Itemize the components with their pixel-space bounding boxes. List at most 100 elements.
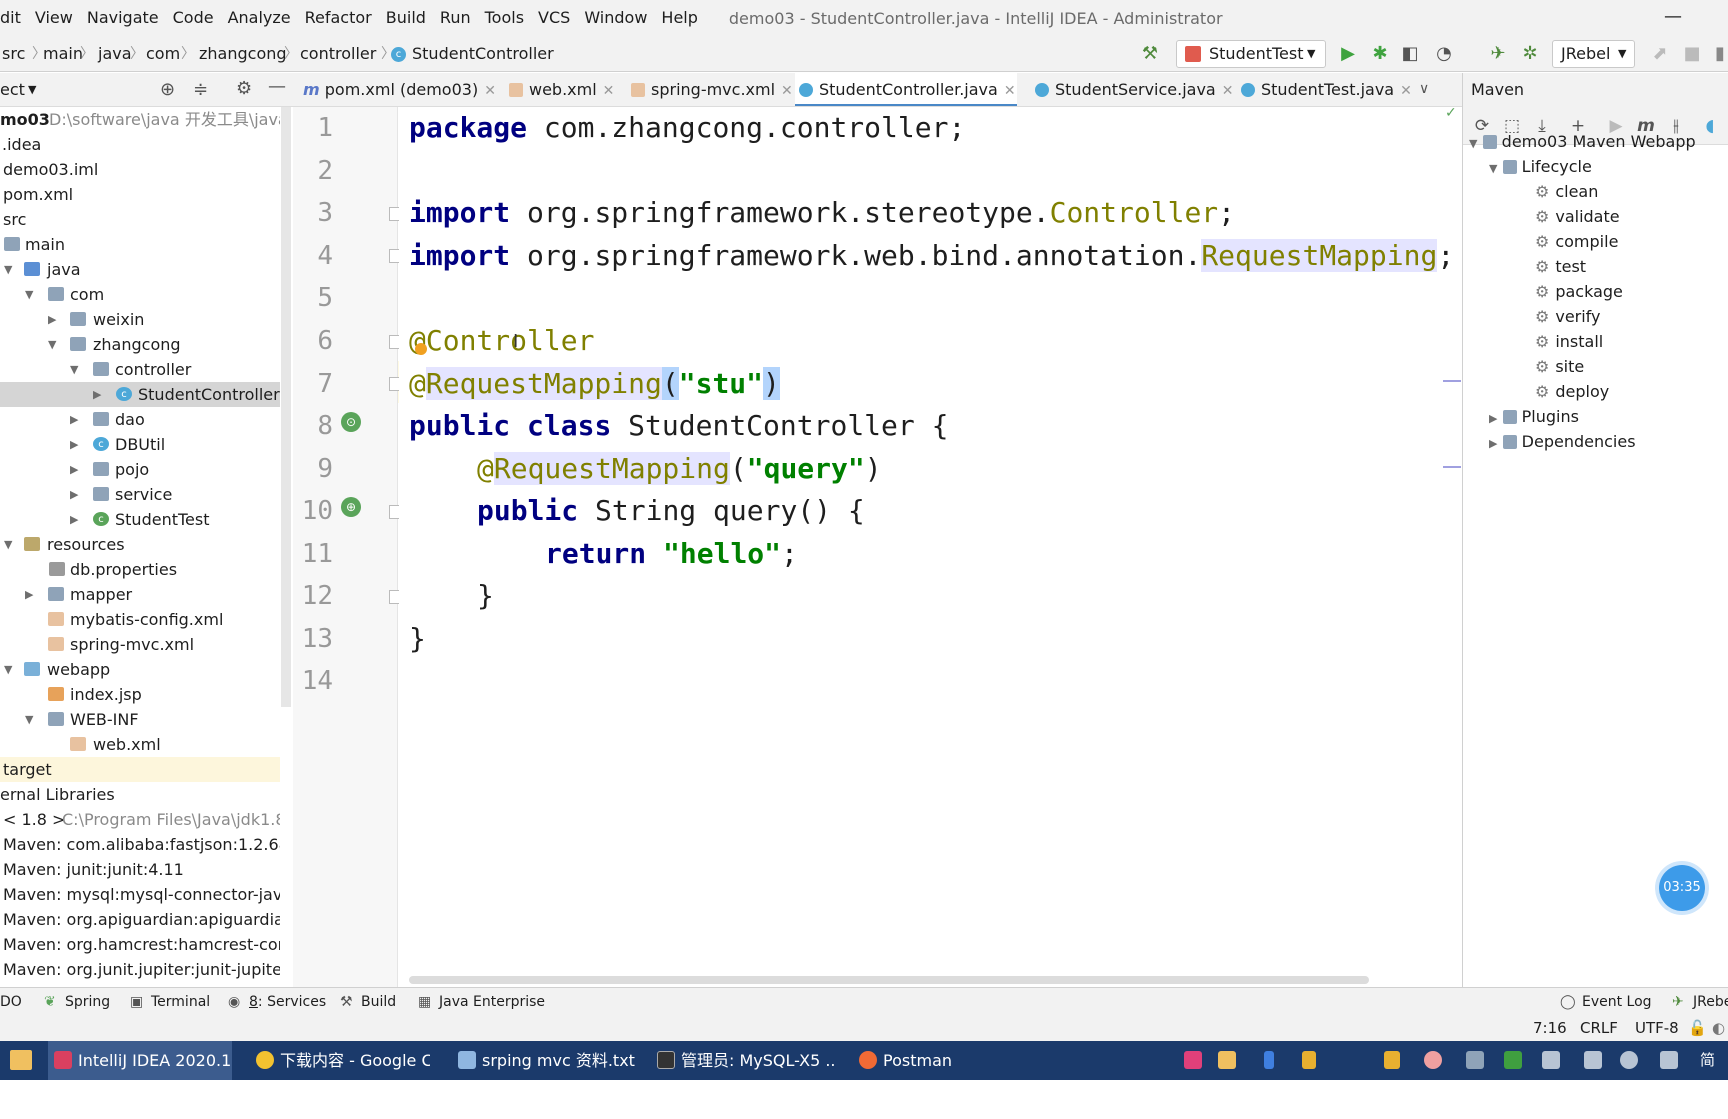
maven-phase-validate[interactable]: ⚙ validate (1535, 204, 1620, 229)
tree-item-db-properties[interactable]: db.properties (0, 557, 280, 582)
expanded-arrow-icon[interactable]: ▼ (25, 282, 33, 307)
close-icon[interactable]: ✕ (603, 83, 615, 99)
tree-item-service[interactable]: ▶ service (0, 482, 280, 507)
tab-pom-xml[interactable]: m pom.xml (demo03) ✕ (303, 73, 496, 106)
breadcrumb-studentcontroller[interactable]: StudentController (412, 36, 554, 72)
collapsed-arrow-icon[interactable]: ▶ (48, 307, 56, 332)
tree-item-library[interactable]: Maven: org.hamcrest:hamcrest-core:1.3 (0, 932, 280, 957)
tree-item-index-jsp[interactable]: index.jsp (0, 682, 280, 707)
nvidia-icon[interactable] (1504, 1051, 1522, 1069)
coverage-icon[interactable]: ◧ (1398, 42, 1422, 66)
tree-item-web-xml[interactable]: web.xml (0, 732, 280, 757)
bluetooth-icon[interactable] (1264, 1051, 1274, 1069)
tree-item-target[interactable]: target (0, 757, 280, 782)
error-stripe-mark[interactable] (1443, 380, 1461, 382)
tool-window-java-enterprise[interactable]: Java Enterprise (439, 988, 545, 1016)
expanded-arrow-icon[interactable]: ▼ (48, 332, 56, 357)
tab-studenttest-java[interactable]: StudentTest.java ✕ (1241, 73, 1412, 106)
tree-item-mapper[interactable]: ▶ mapper (0, 582, 280, 607)
maven-phase-test[interactable]: ⚙ test (1535, 254, 1586, 279)
maven-phase-clean[interactable]: ⚙ clean (1535, 179, 1598, 204)
tree-item-com[interactable]: ▼ com (0, 282, 280, 307)
jrebel-select[interactable]: JRebel ▼ (1552, 40, 1635, 68)
gear-icon[interactable]: ⚙ (236, 78, 252, 99)
collapsed-arrow-icon[interactable]: ▶ (70, 482, 78, 507)
maven-phase-compile[interactable]: ⚙ compile (1535, 229, 1618, 254)
tree-item-java[interactable]: ▼ java (0, 257, 280, 282)
breadcrumb-com[interactable]: com (146, 36, 180, 72)
maven-lifecycle[interactable]: ▼ Lifecycle (1489, 154, 1592, 179)
menu-vcs[interactable]: VCS (531, 0, 577, 36)
network-icon[interactable] (1466, 1051, 1484, 1069)
tree-item-library[interactable]: Maven: junit:junit:4.11 (0, 857, 280, 882)
menu-tools[interactable]: Tools (478, 0, 531, 36)
tab-overflow-chevron-icon[interactable]: ∨ (1419, 81, 1429, 97)
code-editor[interactable]: package com.zhangcong.controller; import… (399, 107, 1461, 987)
wifi-icon[interactable] (1660, 1051, 1678, 1069)
menu-view[interactable]: View (28, 0, 80, 36)
tree-item-studentcontroller[interactable]: ▶ c StudentController (0, 382, 280, 407)
breadcrumb-src[interactable]: src (2, 36, 25, 72)
jrebel-run-icon[interactable]: ✈ (1486, 42, 1510, 66)
expanded-arrow-icon[interactable]: ▼ (4, 532, 12, 557)
tree-item-library[interactable]: Maven: mysql:mysql-connector-java:5.1. (0, 882, 280, 907)
taskbar-notepad[interactable]: srping mvc 资料.txt ... (452, 1041, 636, 1080)
tree-item-demo03[interactable]: mo03 D:\software\java 开发工具\javaDev (0, 107, 280, 132)
tree-item-src[interactable]: src (0, 207, 280, 232)
menu-refactor[interactable]: Refactor (298, 0, 379, 36)
tree-item-dbutil[interactable]: ▶ c DBUtil (0, 432, 280, 457)
collapsed-arrow-icon[interactable]: ▶ (1489, 412, 1497, 425)
tray-folder-icon[interactable] (1218, 1051, 1236, 1069)
file-explorer-icon[interactable] (10, 1050, 32, 1070)
menu-help[interactable]: Help (654, 0, 704, 36)
maven-project[interactable]: ▼ demo03 Maven Webapp (1469, 129, 1696, 154)
tool-window-spring[interactable]: Spring (65, 988, 110, 1016)
spring-request-mapping-gutter-icon[interactable]: ⊕ (341, 497, 361, 517)
collapsed-arrow-icon[interactable]: ▶ (70, 457, 78, 482)
breadcrumb-controller[interactable]: controller (300, 36, 376, 72)
tree-item-studenttest[interactable]: ▶ c StudentTest (0, 507, 280, 532)
collapsed-arrow-icon[interactable]: ▶ (70, 407, 78, 432)
file-encoding[interactable]: UTF-8 (1635, 1016, 1679, 1041)
tree-item-library[interactable]: Maven: org.apiguardian:apiguardian-api (0, 907, 280, 932)
close-icon[interactable]: ✕ (1004, 83, 1016, 99)
maven-dependencies[interactable]: ▶ Dependencies (1489, 429, 1636, 454)
intention-bulb-icon[interactable] (415, 343, 427, 355)
tree-item-resources[interactable]: ▼ resources (0, 532, 280, 557)
chevron-down-icon[interactable]: ▼ (28, 73, 36, 107)
maven-phase-deploy[interactable]: ⚙ deploy (1535, 379, 1609, 404)
recording-timer-badge[interactable]: 03:35 (1659, 865, 1705, 911)
menu-navigate[interactable]: Navigate (80, 0, 166, 36)
taskbar-intellij[interactable]: IntelliJ IDEA 2020.1 (48, 1041, 232, 1080)
breadcrumb-java[interactable]: java (98, 36, 132, 72)
ime-indicator[interactable]: 简体 (1700, 1041, 1728, 1119)
volume-icon[interactable] (1620, 1051, 1638, 1069)
debug-bug-icon[interactable]: ✱ (1368, 42, 1392, 66)
menu-build[interactable]: Build (379, 0, 433, 36)
maven-phase-site[interactable]: ⚙ site (1535, 354, 1584, 379)
expanded-arrow-icon[interactable]: ▼ (4, 257, 12, 282)
tree-item-library[interactable]: Maven: com.alibaba:fastjson:1.2.68 (0, 832, 280, 857)
line-separator[interactable]: CRLF (1580, 1016, 1618, 1041)
stop-icon[interactable]: ■ (1680, 42, 1704, 66)
error-stripe-mark[interactable] (1443, 466, 1461, 468)
maven-phase-package[interactable]: ⚙ package (1535, 279, 1623, 304)
lock-icon[interactable]: 🔓 (1688, 1016, 1707, 1041)
profile-icon[interactable]: ◔ (1432, 42, 1456, 66)
project-panel-title[interactable]: ect (0, 73, 25, 107)
menu-code[interactable]: Code (166, 0, 221, 36)
expanded-arrow-icon[interactable]: ▼ (25, 707, 33, 732)
jrebel-debug-icon[interactable]: ✲ (1518, 42, 1542, 66)
tree-item-zhangcong[interactable]: ▼ zhangcong (0, 332, 280, 357)
tree-item-main[interactable]: main (0, 232, 280, 257)
close-icon[interactable]: ✕ (484, 83, 496, 99)
tree-item-web-inf[interactable]: ▼ WEB-INF (0, 707, 280, 732)
maven-phase-verify[interactable]: ⚙ verify (1535, 304, 1601, 329)
tool-window-terminal[interactable]: Terminal (151, 988, 210, 1016)
more-icon[interactable]: ▮ (1708, 42, 1728, 66)
collapse-all-icon[interactable]: ≑ (193, 79, 208, 100)
tab-studentcontroller-java[interactable]: StudentController.java ✕ (795, 73, 1017, 106)
update-icon[interactable]: ⬈ (1648, 42, 1672, 66)
taskbar-chrome[interactable]: 下载内容 - Google C... (250, 1041, 430, 1080)
tree-item-demo03-iml[interactable]: demo03.iml (0, 157, 280, 182)
